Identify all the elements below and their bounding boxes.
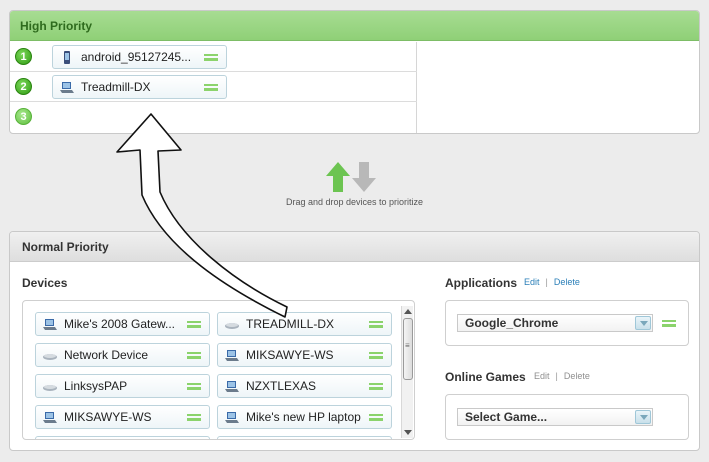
- laptop-icon: [43, 412, 57, 423]
- router-icon: [43, 354, 57, 360]
- link-separator: |: [555, 371, 558, 381]
- online-games-delete-link[interactable]: Delete: [564, 371, 590, 381]
- device-label: LinksysPAP: [64, 379, 128, 393]
- laptop-icon: [225, 350, 239, 361]
- device-label: MIKSAWYE-WS: [64, 410, 152, 424]
- device-label: NZXTLEXAS: [246, 379, 317, 393]
- normal-priority-title: Normal Priority: [10, 232, 699, 262]
- normal-priority-panel: Normal Priority Devices Mike's 2008 Gate…: [9, 231, 700, 451]
- priority-slot-1[interactable]: 1 android_95127245...: [10, 42, 417, 72]
- device-chip[interactable]: MIKSAWYE-WS: [217, 343, 392, 367]
- online-games-actions: Edit | Delete: [534, 371, 590, 381]
- drag-handle-icon[interactable]: [369, 414, 383, 421]
- priority-slot-3[interactable]: 3: [10, 102, 417, 132]
- online-game-select[interactable]: Select Game...: [457, 408, 653, 426]
- device-chip[interactable]: TREADMILL-DX: [217, 312, 392, 336]
- priority-number-badge: 1: [15, 48, 32, 65]
- online-games-box: Select Game...: [445, 394, 689, 440]
- devices-title: Devices: [22, 276, 68, 290]
- laptop-icon: [60, 82, 74, 93]
- laptop-icon: [225, 381, 239, 392]
- laptop-icon: [43, 319, 57, 330]
- priority-slot-2[interactable]: 2 Treadmill-DX: [10, 72, 417, 102]
- phone-icon: [64, 51, 70, 64]
- scroll-down-icon[interactable]: [404, 430, 412, 435]
- online-games-title: Online Games: [445, 370, 526, 384]
- device-chip-partial[interactable]: [35, 436, 210, 439]
- drag-handle-icon[interactable]: [187, 321, 201, 328]
- drag-handle-icon[interactable]: [204, 54, 218, 61]
- drag-hint-text: Drag and drop devices to prioritize: [285, 197, 424, 207]
- drag-handle-icon[interactable]: [662, 320, 676, 327]
- dropdown-arrow-icon[interactable]: [635, 410, 651, 424]
- device-label: Mike's new HP laptop: [246, 410, 361, 424]
- priority-slot-list: 1 android_95127245... 2 Treadmill-DX 3: [10, 42, 417, 133]
- drag-handle-icon[interactable]: [369, 383, 383, 390]
- application-select-value: Google_Chrome: [465, 316, 559, 330]
- device-chip[interactable]: Mike's 2008 Gatew...: [35, 312, 210, 336]
- applications-delete-link[interactable]: Delete: [554, 277, 580, 287]
- applications-actions: Edit | Delete: [524, 277, 580, 287]
- online-games-edit-link[interactable]: Edit: [534, 371, 550, 381]
- high-priority-title: High Priority: [10, 11, 699, 41]
- drag-handle-icon[interactable]: [369, 352, 383, 359]
- device-label: Network Device: [64, 348, 149, 362]
- online-game-select-value: Select Game...: [465, 410, 548, 424]
- dropdown-arrow-icon[interactable]: [635, 316, 651, 330]
- router-icon: [225, 323, 239, 329]
- drag-handle-icon[interactable]: [187, 352, 201, 359]
- scroll-up-icon[interactable]: [404, 309, 412, 314]
- device-chip[interactable]: MIKSAWYE-WS: [35, 405, 210, 429]
- reorder-arrows-icon: [326, 162, 376, 192]
- laptop-icon: [225, 412, 239, 423]
- device-chip-partial[interactable]: [217, 436, 392, 439]
- device-chip-android[interactable]: android_95127245...: [52, 45, 227, 69]
- drag-handle-icon[interactable]: [187, 383, 201, 390]
- device-chip[interactable]: NZXTLEXAS: [217, 374, 392, 398]
- device-chip[interactable]: Network Device: [35, 343, 210, 367]
- priority-number-badge: 3: [15, 108, 32, 125]
- device-label: Treadmill-DX: [81, 80, 151, 94]
- application-select[interactable]: Google_Chrome: [457, 314, 653, 332]
- device-list[interactable]: Mike's 2008 Gatew... TREADMILL-DX Networ…: [22, 300, 415, 440]
- device-chip[interactable]: Mike's new HP laptop: [217, 405, 392, 429]
- device-chip[interactable]: LinksysPAP: [35, 374, 210, 398]
- drag-handle-icon[interactable]: [204, 84, 218, 91]
- drag-handle-icon[interactable]: [187, 414, 201, 421]
- applications-edit-link[interactable]: Edit: [524, 277, 540, 287]
- device-label: Mike's 2008 Gatew...: [64, 317, 176, 331]
- applications-title: Applications: [445, 276, 518, 290]
- device-chip-treadmill[interactable]: Treadmill-DX: [52, 75, 227, 99]
- scroll-thumb[interactable]: [403, 318, 413, 380]
- router-icon: [43, 385, 57, 391]
- high-priority-panel: High Priority 1 android_95127245... 2 Tr…: [9, 10, 700, 134]
- device-label: MIKSAWYE-WS: [246, 348, 334, 362]
- device-label: TREADMILL-DX: [246, 317, 335, 331]
- device-label: android_95127245...: [81, 50, 192, 64]
- device-list-scrollbar[interactable]: [401, 306, 413, 438]
- drag-handle-icon[interactable]: [369, 321, 383, 328]
- link-separator: |: [545, 277, 548, 287]
- applications-box: Google_Chrome: [445, 300, 689, 346]
- priority-number-badge: 2: [15, 78, 32, 95]
